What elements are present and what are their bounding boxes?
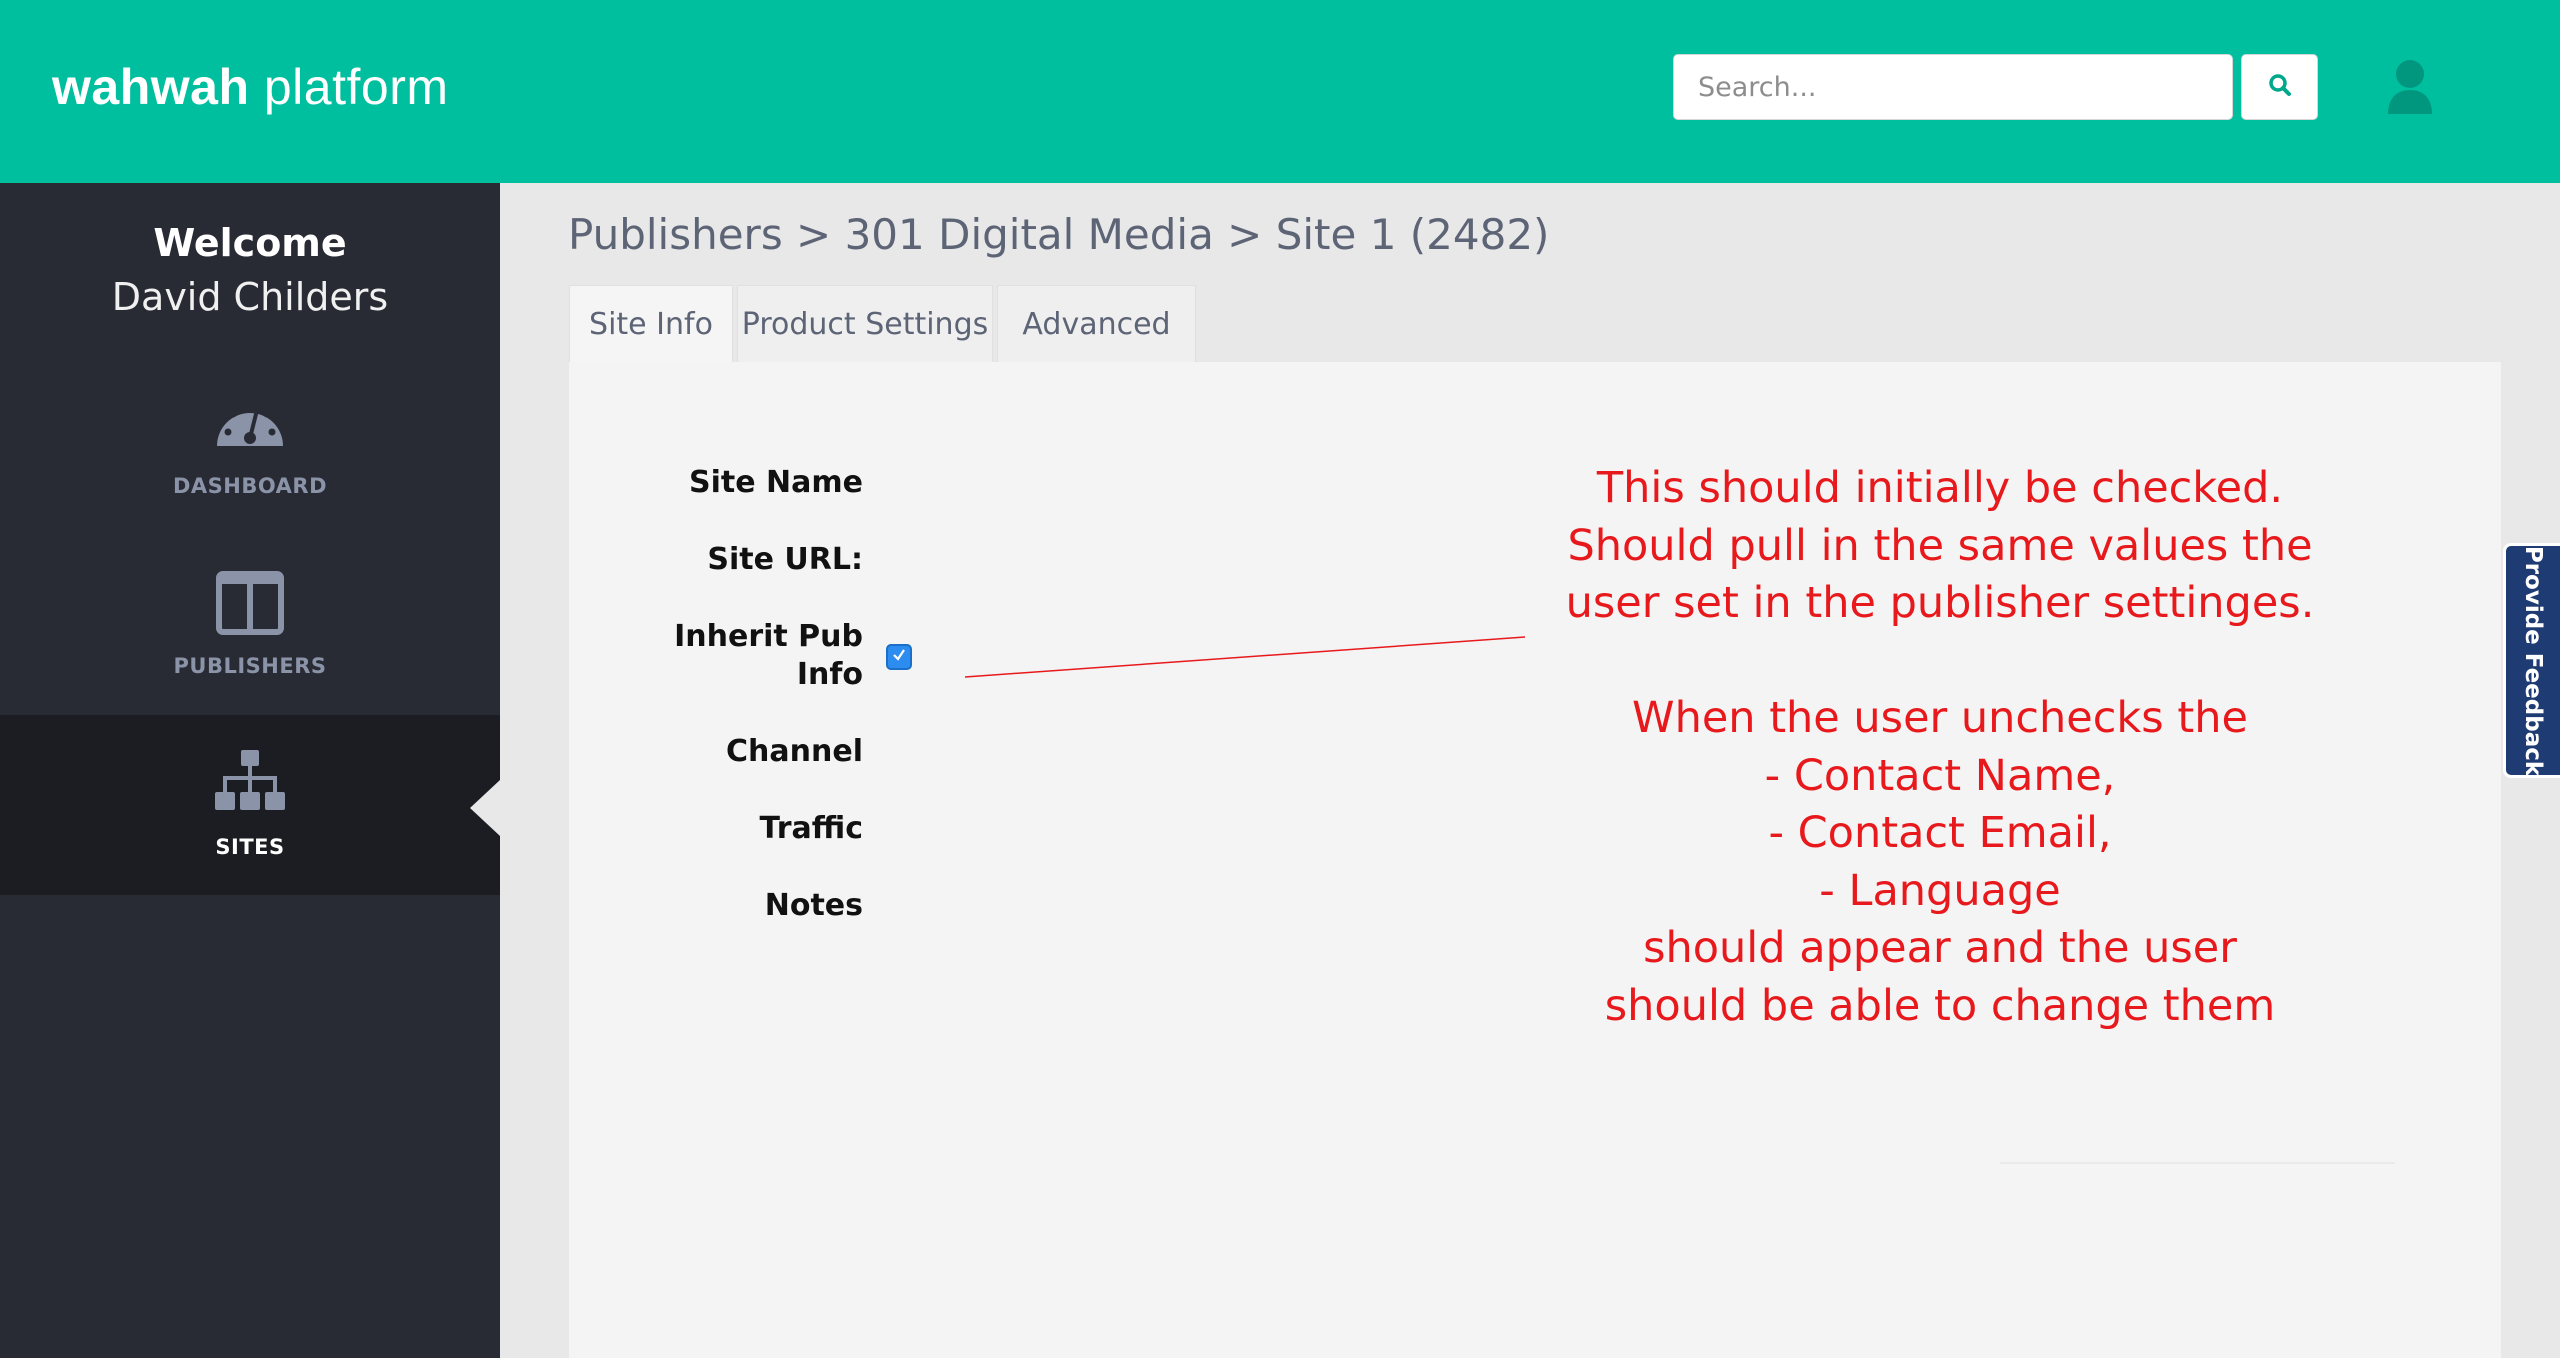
tab-product-settings[interactable]: Product Settings [737,285,993,363]
provide-feedback-tab[interactable]: Provide Feedback [2503,543,2560,778]
sidebar-item-sites[interactable]: SITES [0,715,500,895]
sidebar-item-label: DASHBOARD [172,474,328,498]
sidebar-item-publishers[interactable]: PUBLISHERS [0,560,500,740]
user-icon[interactable] [2385,58,2435,116]
sidebar-item-label: PUBLISHERS [173,654,327,678]
top-bar: wahwah platform [0,0,2560,183]
checkmark-icon [891,647,907,668]
sidebar-item-dashboard[interactable]: DASHBOARD [0,380,500,560]
inherit-label-line2: Info [796,657,863,692]
search-icon [2267,72,2293,103]
inherit-pub-info-label: Inherit Pub Info [503,618,863,694]
tab-advanced[interactable]: Advanced [997,285,1196,363]
channel-label: Channel [726,734,863,769]
search-button[interactable] [2241,54,2318,120]
site-url-label: Site URL: [707,542,863,577]
inherit-pub-info-checkbox[interactable] [886,644,912,670]
tab-site-info[interactable]: Site Info [569,285,733,363]
sidebar: Welcome David Childers DASHBOARD PUBLISH… [0,183,500,1358]
columns-icon [215,570,285,640]
sidebar-item-label: SITES [215,835,285,859]
site-name-label: Site Name [689,465,863,500]
active-nav-pointer [470,780,500,836]
search-input[interactable] [1673,54,2233,120]
user-name: David Childers [111,275,389,319]
breadcrumb: Publishers > 301 Digital Media > Site 1 … [568,210,1550,259]
annotation-note: This should initially be checked. Should… [1565,463,2315,1031]
welcome-heading: Welcome [153,221,347,265]
brand-logo[interactable]: wahwah platform [52,58,449,116]
traffic-label: Traffic [759,811,863,846]
dashboard-gauge-icon [215,390,285,460]
provide-feedback-label: Provide Feedback [2520,545,2546,776]
sitemap-icon [215,750,285,820]
inherit-label-line1: Inherit Pub [674,619,863,654]
notes-label: Notes [764,888,863,923]
